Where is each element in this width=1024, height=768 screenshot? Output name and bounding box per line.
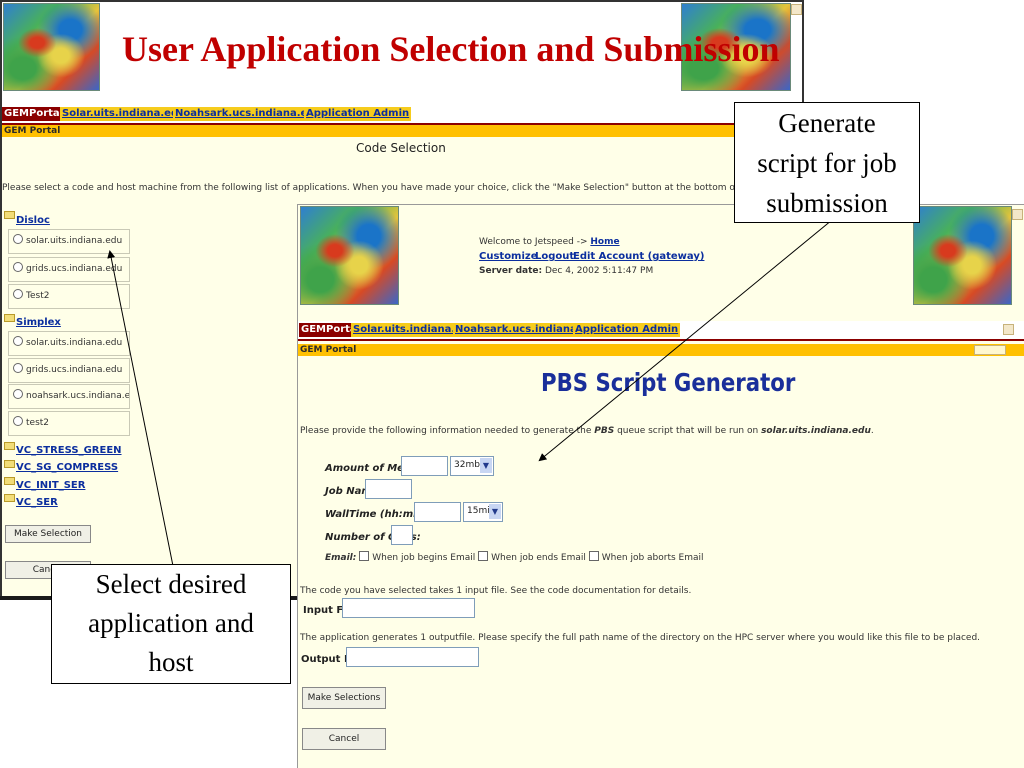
radio-icon[interactable] [13, 363, 23, 373]
checkbox-job-aborts[interactable] [588, 551, 599, 561]
make-selections-button[interactable]: Make Selections [302, 687, 386, 709]
jobname-input[interactable] [365, 479, 412, 499]
output-file-field[interactable] [346, 647, 479, 667]
cpus-input[interactable] [391, 525, 413, 545]
memory-unit-select[interactable]: 32mb ▼ [450, 456, 494, 476]
email-options: Email: When job begins Email When job en… [325, 551, 704, 563]
make-selection-button[interactable]: Make Selection [5, 525, 91, 543]
input-file-field[interactable] [342, 598, 475, 618]
edit-icon[interactable] [1003, 324, 1014, 335]
chevron-down-icon: ▼ [489, 504, 501, 519]
folder-icon [4, 494, 15, 502]
host-option[interactable]: noahsark.ucs.indiana.edu [8, 384, 130, 409]
host-option[interactable]: test2 [8, 411, 130, 436]
scroll-up-icon[interactable] [1012, 209, 1023, 220]
pbs-heading: PBS Script Generator [541, 368, 796, 397]
code-selection-instructions: Please select a code and host machine fr… [2, 183, 784, 193]
walltime-unit-select[interactable]: 15min ▼ [463, 502, 503, 522]
left-tab-bar: GEMPortal Solar.uits.indiana.edu Noahsar… [2, 105, 802, 125]
radio-icon[interactable] [13, 336, 23, 346]
tab-solar[interactable]: Solar.uits.indiana.edu [60, 107, 188, 121]
app-link-vc-ser[interactable]: VC_SER [16, 497, 58, 508]
logout-link[interactable]: Logout [535, 251, 574, 262]
host-option[interactable]: grids.ucs.indiana.edu [8, 257, 130, 282]
left-portlet-title: GEM Portal [2, 125, 802, 137]
server-date: Server date: Dec 4, 2002 5:11:47 PM [479, 266, 654, 276]
pbs-intro: Please provide the following information… [300, 426, 874, 436]
chevron-down-icon: ▼ [480, 458, 492, 473]
customize-link[interactable]: Customize [479, 251, 538, 262]
radio-icon[interactable] [13, 416, 23, 426]
output-note: The application generates 1 outputfile. … [300, 633, 981, 643]
host-option[interactable]: Test2 [8, 284, 130, 309]
radio-icon[interactable] [13, 262, 23, 272]
radio-icon[interactable] [13, 389, 23, 399]
folder-icon [4, 314, 15, 322]
folder-icon [4, 442, 15, 450]
code-selection-heading: Code Selection [356, 141, 446, 155]
host-option[interactable]: solar.uits.indiana.edu [8, 229, 130, 254]
portal-map-right [913, 206, 1012, 305]
folder-icon [4, 460, 15, 468]
welcome-text: Welcome to Jetspeed -> Home [479, 237, 620, 247]
tab-application-admin[interactable]: Application Admin [573, 323, 681, 337]
header-map-left [3, 3, 100, 91]
home-link[interactable]: Home [590, 237, 619, 247]
slide-title: User Application Selection and Submissio… [122, 29, 780, 69]
input-note: The code you have selected takes 1 input… [300, 586, 692, 596]
app-link-simplex[interactable]: Simplex [16, 317, 61, 328]
app-link-vc-sg-compress[interactable]: VC_SG_COMPRESS [16, 462, 118, 473]
host-option[interactable]: grids.ucs.indiana.edu [8, 358, 130, 383]
app-link-vc-stress-green[interactable]: VC_STRESS_GREEN [16, 445, 122, 456]
email-label: Email: [325, 553, 357, 563]
app-link-disloc[interactable]: Disloc [16, 215, 50, 226]
tab-noahsark[interactable]: Noahsark.ucs.indiana.edu [173, 107, 324, 121]
edit-account-link[interactable]: Edit Account (gateway) [573, 251, 704, 262]
checkbox-job-ends[interactable] [478, 551, 489, 561]
tab-application-admin[interactable]: Application Admin [304, 107, 412, 121]
right-cancel-button[interactable]: Cancel [302, 728, 386, 750]
radio-icon[interactable] [13, 234, 23, 244]
folder-icon [4, 477, 15, 485]
right-tab-bar: GEMPortal Solar.uits.indiana.edu Noahsar… [298, 321, 1024, 341]
folder-icon [4, 211, 15, 219]
right-window: Welcome to Jetspeed -> Home Customize Lo… [297, 204, 1024, 768]
select-application-callout: Select desired application and host [51, 564, 291, 684]
minimize-icon[interactable] [791, 4, 802, 15]
portal-map-left [300, 206, 399, 305]
app-link-vc-init-ser[interactable]: VC_INIT_SER [16, 480, 85, 491]
tab-gemportal[interactable]: GEMPortal [2, 107, 66, 121]
radio-icon[interactable] [13, 289, 23, 299]
host-option[interactable]: solar.uits.indiana.edu [8, 331, 130, 356]
walltime-input[interactable] [414, 502, 461, 522]
right-portlet-title: GEM Portal [298, 344, 1024, 356]
generate-script-callout: Generate script for job submission [734, 102, 920, 223]
checkbox-job-begins[interactable] [359, 551, 370, 561]
memory-input[interactable] [401, 456, 448, 476]
window-controls-icon[interactable] [974, 345, 1006, 355]
